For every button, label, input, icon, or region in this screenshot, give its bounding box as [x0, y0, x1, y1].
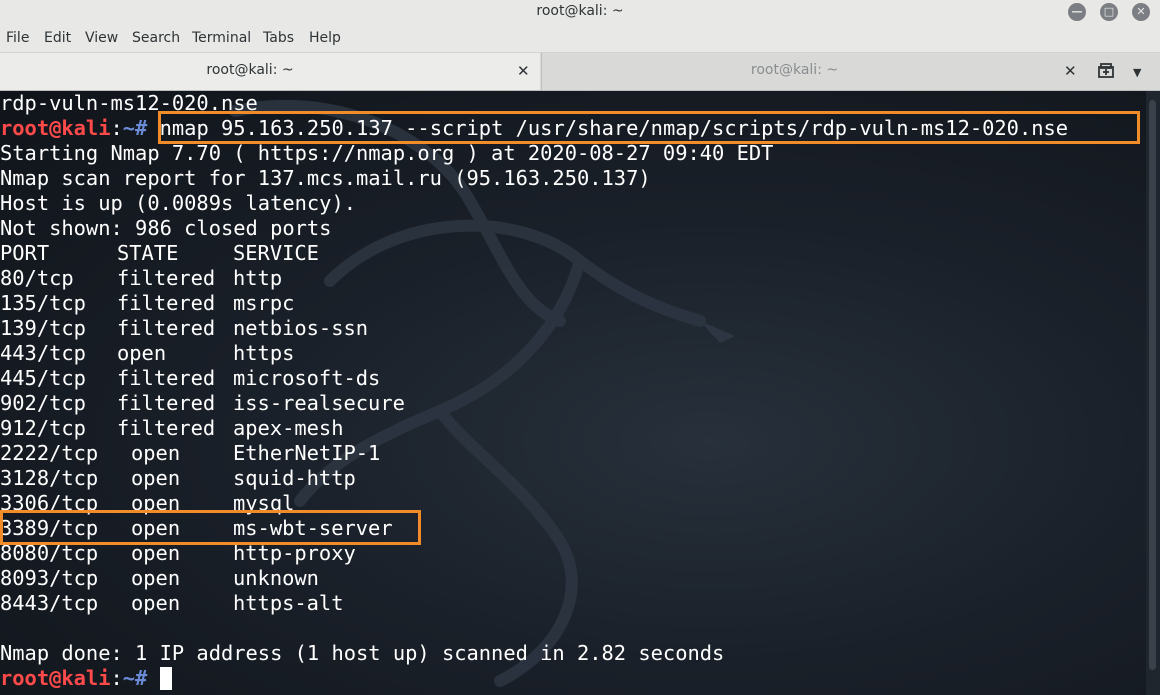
prompt-user: root@kali [0, 666, 111, 690]
tab-1[interactable]: root@kali: ~ ✕ [0, 53, 540, 90]
new-tab-icon[interactable] [1096, 61, 1116, 81]
header-state: STATE [117, 241, 179, 265]
header-service: SERVICE [233, 241, 319, 265]
menu-tabs[interactable]: Tabs [263, 30, 294, 46]
menu-help[interactable]: Help [309, 30, 341, 46]
terminal-window: root@kali: ~ — □ ✕ File Edit View Search… [0, 0, 1160, 695]
menu-view[interactable]: View [85, 30, 118, 46]
prompt-path: ~# [122, 666, 148, 690]
active-prompt-line[interactable]: root@kali:~# [0, 666, 172, 691]
menu-file[interactable]: File [6, 30, 29, 46]
text-cursor [159, 667, 172, 690]
prompt-separator: : [110, 116, 123, 140]
title-bar[interactable]: root@kali: ~ — □ ✕ [0, 0, 1160, 26]
menu-search[interactable]: Search [132, 30, 180, 46]
output-line: Starting Nmap 7.70 ( https://nmap.org ) … [0, 141, 774, 165]
output-line: Not shown: 986 closed ports [0, 216, 332, 240]
prompt-separator: : [110, 666, 123, 690]
tab-1-label: root@kali: ~ [206, 62, 294, 78]
nmap-done-line: Nmap done: 1 IP address (1 host up) scan… [0, 641, 725, 665]
tab-2[interactable]: root@kali: ~ ✕ [541, 53, 1087, 90]
scrollbar-thumb[interactable] [1149, 100, 1156, 670]
tab-2-close-icon[interactable]: ✕ [1064, 62, 1077, 80]
close-icon[interactable]: ✕ [1132, 3, 1150, 21]
menu-edit[interactable]: Edit [44, 30, 71, 46]
tab-2-label: root@kali: ~ [750, 62, 839, 78]
tab-bar: root@kali: ~ ✕ root@kali: ~ ✕ [0, 53, 1160, 91]
output-line: Host is up (0.0089s latency). [0, 191, 357, 215]
prompt-path: ~# [122, 116, 148, 140]
maximize-icon[interactable]: □ [1100, 3, 1118, 21]
minimize-icon[interactable]: — [1068, 3, 1086, 21]
output-line: Nmap scan report for 137.mcs.mail.ru (95… [0, 166, 651, 190]
menu-terminal[interactable]: Terminal [192, 30, 251, 46]
prompt-user: root@kali [0, 116, 111, 140]
rdp-port-highlight-box [0, 510, 421, 545]
tabs-dropdown-icon[interactable]: ▼ [1133, 66, 1141, 79]
header-port: PORT [0, 241, 50, 265]
window-title: root@kali: ~ [536, 3, 624, 19]
terminal-area[interactable]: rdp-vuln-ms12-020.nse root@kali:~# nmap … [0, 91, 1146, 695]
command-highlight-box [158, 111, 1140, 144]
menu-bar: File Edit View Search Terminal Tabs Help [0, 26, 1160, 53]
tab-1-close-icon[interactable]: ✕ [517, 62, 530, 80]
